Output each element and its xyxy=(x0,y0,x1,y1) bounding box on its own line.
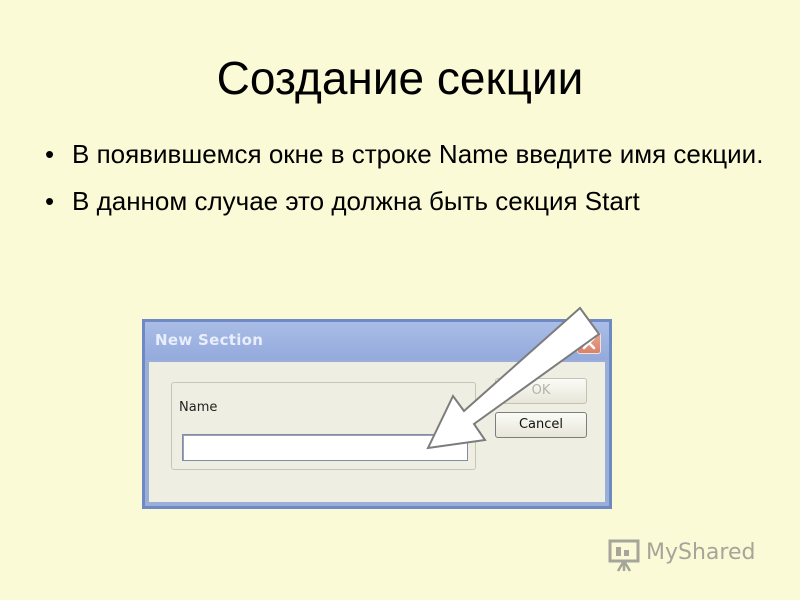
presentation-screen-icon xyxy=(608,539,640,572)
pointer-arrow-icon xyxy=(426,306,601,450)
watermark-text: MyShared xyxy=(646,540,756,565)
